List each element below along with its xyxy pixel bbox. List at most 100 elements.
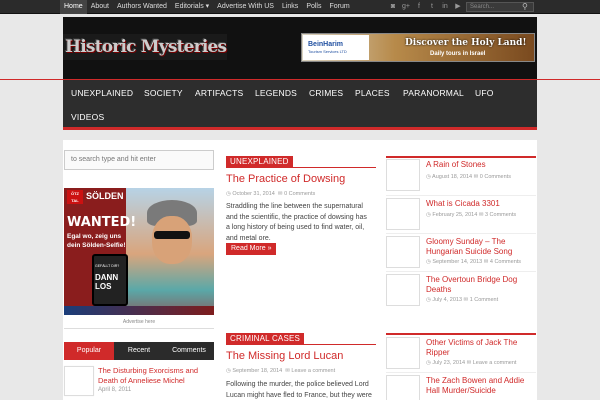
related-post-title[interactable]: What is Cicada 3301 [426, 199, 526, 209]
tab-comments[interactable]: Comments [164, 342, 214, 360]
post-thumbnail[interactable] [386, 159, 420, 191]
post-date: October 31, 2014 [232, 191, 275, 197]
ad-subline: Daily tours in Israel [430, 51, 486, 57]
nav-ufo[interactable]: UFO [475, 88, 494, 98]
post-thumbnail[interactable] [386, 198, 420, 230]
sidebar-ad[interactable]: ÖTZ TAL SÖLDEN WANTED! Egal wo, zeig uns… [64, 188, 214, 315]
ad-line-1: Egal wo, zeig uns [67, 233, 122, 240]
post-thumbnail[interactable] [386, 337, 420, 369]
post-meta: ◷ September 18, 2014 ✉ Leave a comment [226, 368, 335, 374]
ad-wanted: WANTED! [67, 215, 137, 230]
ad-brand-sub: Tourism Services LTD [308, 49, 347, 54]
clock-icon: ◷ [426, 360, 431, 366]
title-line: Hall Murder/Suicide [426, 386, 496, 395]
nav-videos[interactable]: VIDEOS [71, 112, 104, 122]
related-post-title[interactable]: The Zach Bowen and Addie Hall Murder/Sui… [426, 376, 526, 396]
ad-small-text: GEFÄLLT DIR? [95, 264, 120, 268]
ad-bottom-strip [64, 306, 214, 315]
nav-places[interactable]: PLACES [355, 88, 390, 98]
site-header: Historic Mysteries BeinHarim Tourism Ser… [63, 17, 537, 79]
post-comments[interactable]: 4 Comments [490, 259, 521, 265]
comment-icon: ✉ [466, 360, 472, 366]
facebook-icon[interactable]: f [414, 1, 424, 12]
main-nav: UNEXPLAINED SOCIETY ARTIFACTS LEGENDS CR… [63, 80, 537, 130]
tab-popular[interactable]: Popular [64, 342, 114, 360]
twitter-icon[interactable]: t [427, 1, 437, 12]
post-meta: ◷ October 31, 2014 ✉ 0 Comments [226, 191, 315, 197]
topnav-forum[interactable]: Forum [326, 0, 354, 14]
ad-logo: BeinHarim Tourism Services LTD [303, 35, 369, 60]
nav-paranormal[interactable]: PARANORMAL [403, 88, 464, 98]
tab-recent[interactable]: Recent [114, 342, 164, 360]
sidebar-tabs: Popular Recent Comments [64, 342, 214, 360]
nav-artifacts[interactable]: ARTIFACTS [195, 88, 243, 98]
category-unexplained[interactable]: UNEXPLAINED [226, 156, 293, 167]
nav-legends[interactable]: LEGENDS [255, 88, 297, 98]
google-plus-icon[interactable]: g+ [401, 1, 411, 12]
related-post-title[interactable]: Gloomy Sunday – The Hungarian Suicide So… [426, 237, 526, 257]
post-comments[interactable]: Leave a comment [473, 360, 517, 366]
post-comments[interactable]: 0 Comments [480, 174, 511, 180]
nav-unexplained[interactable]: UNEXPLAINED [71, 88, 133, 98]
post-comments[interactable]: 0 Comments [284, 191, 315, 197]
excerpt-line: and the scientific, the practice of dows… [226, 213, 367, 221]
related-post-meta: ◷ July 23, 2014 ✉ Leave a comment [426, 360, 516, 366]
top-nav: Home About Authors Wanted Editorials ▾ A… [60, 0, 354, 14]
topnav-about[interactable]: About [87, 0, 113, 14]
topnav-authors-wanted[interactable]: Authors Wanted [113, 0, 171, 14]
related-post-title[interactable]: A Rain of Stones [426, 160, 526, 170]
topnav-home[interactable]: Home [60, 0, 87, 14]
site-logo[interactable]: Historic Mysteries [63, 34, 227, 60]
top-bar: Home About Authors Wanted Editorials ▾ A… [0, 0, 600, 14]
post-excerpt: Following the murder, the police believe… [226, 380, 378, 400]
topnav-editorials[interactable]: Editorials ▾ [171, 0, 213, 14]
sidebar-search-input[interactable]: to search type and hit enter [64, 150, 214, 170]
nav-crimes[interactable]: CRIMES [309, 88, 343, 98]
related-post-meta: ◷ February 25, 2014 ✉ 3 Comments [426, 212, 516, 218]
post-comments[interactable]: 3 Comments [485, 212, 516, 218]
post-thumbnail[interactable] [386, 236, 420, 268]
category-criminal-cases[interactable]: CRIMINAL CASES [226, 333, 305, 344]
comment-icon: ✉ [478, 212, 484, 218]
post-date: July 4, 2013 [432, 297, 463, 303]
topnav-polls[interactable]: Polls [302, 0, 325, 14]
post-title[interactable]: The Practice of Dowsing [226, 173, 345, 185]
topnav-links[interactable]: Links [278, 0, 302, 14]
post-comments[interactable]: Leave a comment [291, 368, 335, 374]
ad-dann-word: DANN [95, 273, 119, 282]
header-ad-banner[interactable]: BeinHarim Tourism Services LTD Discover … [301, 33, 535, 62]
divider [386, 233, 536, 234]
divider [386, 333, 536, 335]
read-more-button[interactable]: Read More » [226, 243, 277, 255]
related-post-meta: ◷ August 18, 2014 ✉ 0 Comments [426, 174, 511, 180]
youtube-icon[interactable]: ▶ [453, 1, 463, 12]
excerpt-line: Lucan might have fled to France, but the… [226, 391, 372, 399]
post-date: August 18, 2014 [432, 174, 473, 180]
title-line: Gloomy Sunday – The [426, 237, 506, 246]
category-label: CRIMINAL CASES [226, 333, 376, 345]
ad-brand: BeinHarim [308, 41, 344, 48]
post-thumbnail[interactable] [386, 375, 420, 400]
divider [386, 372, 536, 373]
ad-sunglasses-shape [154, 231, 190, 239]
rss-icon[interactable]: ◙ [388, 1, 398, 12]
popular-post-title[interactable]: The Disturbing Exorcisms and Death of An… [98, 366, 210, 386]
topnav-advertise[interactable]: Advertise With US [213, 0, 278, 14]
post-comments[interactable]: 1 Comment [470, 297, 498, 303]
related-post-title[interactable]: The Overtoun Bridge Dog Deaths [426, 275, 526, 295]
linkedin-icon[interactable]: in [440, 1, 450, 12]
clock-icon: ◷ [426, 297, 431, 303]
title-line: Ripper [426, 348, 450, 357]
related-post-meta: ◷ July 4, 2013 ✉ 1 Comment [426, 297, 498, 303]
related-post-title[interactable]: Other Victims of Jack The Ripper [426, 338, 526, 358]
comment-icon: ✉ [483, 259, 489, 265]
nav-society[interactable]: SOCIETY [144, 88, 183, 98]
ad-headline: Discover the Holy Land! [405, 38, 527, 48]
post-date: July 23, 2014 [432, 360, 466, 366]
post-title[interactable]: The Missing Lord Lucan [226, 350, 343, 362]
post-thumbnail[interactable] [386, 274, 420, 306]
popular-thumbnail[interactable] [64, 366, 94, 396]
ad-caption[interactable]: Advertise here [64, 319, 214, 325]
excerpt-line: a long history of being used to find wat… [226, 224, 365, 231]
search-icon[interactable]: ⚲ [522, 1, 528, 12]
